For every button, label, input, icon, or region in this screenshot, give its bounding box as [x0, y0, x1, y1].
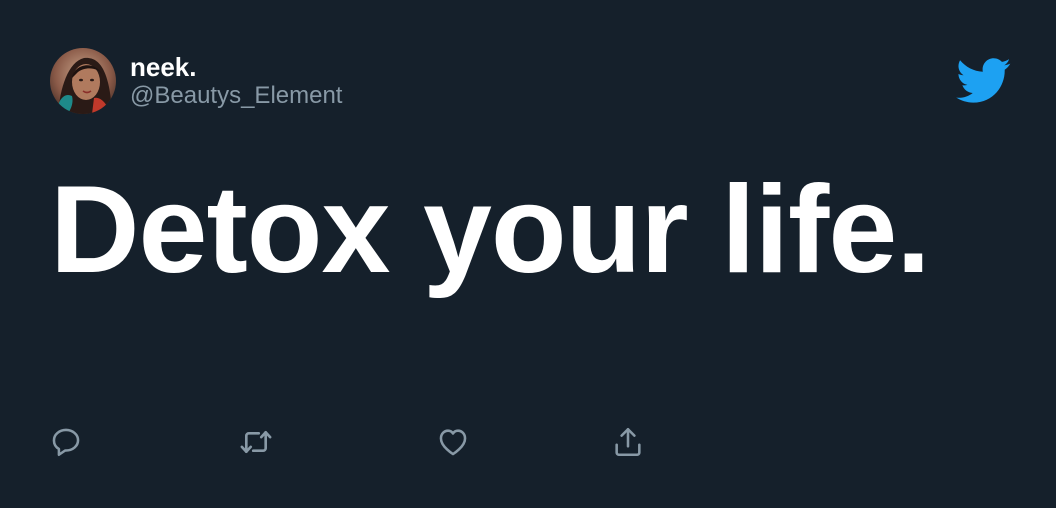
twitter-bird-icon [956, 58, 1012, 104]
retweet-button[interactable] [238, 424, 274, 460]
tweet-text: Detox your life. [50, 161, 931, 299]
author-display-name[interactable]: neek. [130, 52, 197, 82]
share-upload-icon [615, 427, 641, 457]
tweet-card: neek. @Beautys_Element Detox your life. [0, 0, 1056, 508]
profile-photo-icon [50, 48, 116, 114]
like-button[interactable] [435, 424, 471, 460]
heart-icon [439, 429, 467, 456]
share-button[interactable] [610, 424, 646, 460]
reply-button[interactable] [48, 424, 84, 460]
avatar[interactable] [50, 48, 116, 114]
speech-bubble-icon [52, 428, 80, 457]
author-handle[interactable]: @Beautys_Element [130, 82, 342, 110]
retweet-arrows-icon [240, 430, 272, 454]
